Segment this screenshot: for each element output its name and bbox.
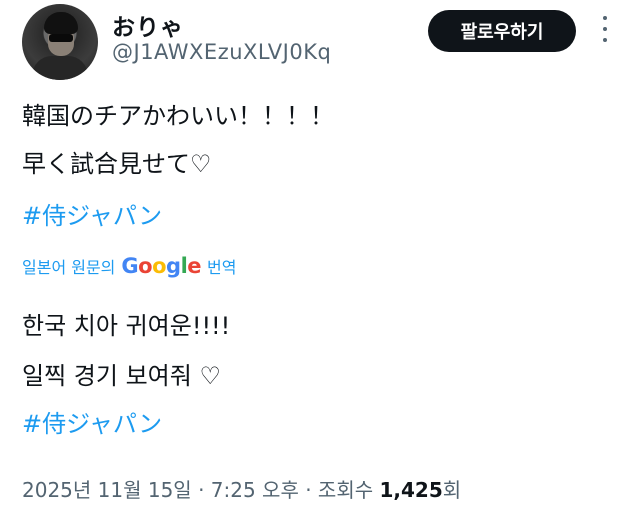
avatar[interactable]: [22, 4, 98, 80]
more-dot: [603, 16, 607, 20]
tweet-original-line-1: 韓国のチアかわいい！！！！: [22, 102, 334, 130]
avatar-glasses-shape: [49, 34, 73, 42]
follow-button[interactable]: 팔로우하기: [428, 10, 576, 52]
tweet-translated-hashtag[interactable]: #侍ジャパン: [22, 404, 162, 439]
google-logo: Google: [121, 254, 202, 278]
tweet-translated-line-2: 일찍 경기 보여줘 ♡: [22, 362, 221, 390]
avatar-hair-shape: [44, 12, 78, 34]
tweet-meta: 2025년 11월 15일 · 7:25 오후 · 조회수 1,425회: [22, 474, 461, 503]
avatar-body-shape: [32, 56, 88, 80]
author-display-name[interactable]: おりゃ: [112, 8, 184, 42]
tweet-translated-line-1: 한국 치아 귀여운!!!!: [22, 312, 231, 340]
tweet-timestamp[interactable]: 2025년 11월 15일 · 7:25 오후 · 조회수: [22, 478, 379, 502]
view-count: 1,425: [379, 478, 443, 502]
translation-prefix: 일본어 원문의: [22, 258, 116, 277]
view-count-suffix: 회: [442, 478, 462, 502]
author-handle[interactable]: @J1AWXEzuXLVJ0Kq: [112, 40, 331, 64]
more-dot: [603, 27, 607, 31]
more-options-icon[interactable]: [596, 16, 614, 42]
more-dot: [603, 38, 607, 42]
translate-button[interactable]: 번역: [207, 254, 236, 278]
tweet-header: おりゃ @J1AWXEzuXLVJ0Kq 팔로우하기: [0, 0, 640, 90]
tweet-original-line-2: 早く試合見せて♡: [22, 150, 212, 178]
tweet-original-hashtag[interactable]: #侍ジャパン: [22, 196, 162, 231]
translation-bar: 일본어 원문의 Google 번역: [22, 254, 236, 278]
